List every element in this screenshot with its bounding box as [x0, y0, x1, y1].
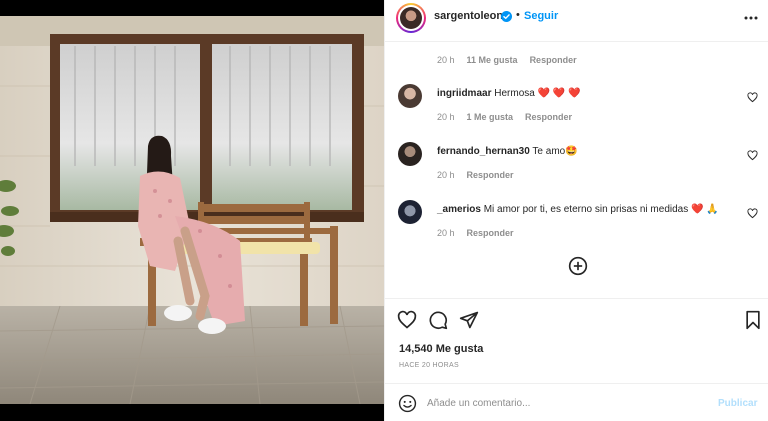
comment-time: 20 h: [437, 228, 455, 238]
follow-button[interactable]: Seguir: [524, 10, 558, 22]
comment-text: Te amo🤩: [532, 146, 578, 157]
comment-composer: Publicar: [385, 383, 768, 421]
paper-plane-icon[interactable]: [459, 310, 479, 330]
post-actions: [385, 298, 768, 338]
comment-reply-button[interactable]: Responder: [467, 170, 514, 180]
comment-heart-icon[interactable]: [747, 150, 758, 161]
comment-avatar[interactable]: [398, 200, 422, 224]
comment-text-line: _amerios Mi amor por ti, es eterno sin p…: [437, 204, 719, 215]
plus-circle-icon[interactable]: [568, 256, 588, 276]
caption-time: 20 h: [437, 55, 455, 65]
post-timestamp[interactable]: HACE 20 HORAS: [399, 362, 459, 369]
photo-scene: [0, 16, 384, 404]
photo-letterbox-bottom: [0, 404, 384, 421]
comment-heart-icon[interactable]: [747, 208, 758, 219]
comment-icon[interactable]: [428, 310, 448, 330]
caption-likes[interactable]: 11 Me gusta: [467, 55, 518, 65]
comment-username[interactable]: ingriidmaar: [437, 88, 491, 99]
smiley-icon[interactable]: [398, 394, 417, 413]
avatar-image: [400, 7, 422, 29]
heart-icon[interactable]: [397, 310, 417, 330]
separator-dot: •: [516, 9, 520, 21]
comment-heart-icon[interactable]: [747, 92, 758, 103]
comment-time: 20 h: [437, 112, 455, 122]
likes-count[interactable]: 14,540 Me gusta: [399, 343, 483, 355]
post-photo[interactable]: [0, 0, 384, 421]
comment-reply-button[interactable]: Responder: [467, 228, 514, 238]
more-options-icon[interactable]: [743, 10, 759, 26]
caption-reply-button[interactable]: Responder: [530, 55, 577, 65]
avatar-border: [398, 5, 424, 31]
comments-list: 20 h 11 Me gusta Responder ingriidmaar H…: [385, 42, 768, 298]
comment-meta: 20 h 1 Me gusta Responder: [437, 112, 572, 122]
comment-text: Mi amor por ti, es eterno sin prisas ni …: [483, 204, 719, 215]
comment-meta: 20 h Responder: [437, 228, 514, 238]
comment-likes[interactable]: 1 Me gusta: [467, 112, 514, 122]
author-username[interactable]: sargentoleon: [434, 10, 503, 22]
comment-meta: 20 h Responder: [437, 170, 514, 180]
comment-avatar[interactable]: [398, 142, 422, 166]
comment-reply-button[interactable]: Responder: [525, 112, 572, 122]
caption-meta: 20 h 11 Me gusta Responder: [437, 55, 577, 65]
bookmark-icon[interactable]: [743, 310, 763, 330]
comment-username[interactable]: fernando_hernan30: [437, 146, 530, 157]
comment-avatar[interactable]: [398, 84, 422, 108]
publish-button[interactable]: Publicar: [718, 398, 757, 409]
author-avatar[interactable]: [396, 3, 426, 33]
post-header: sargentoleon • Seguir: [385, 0, 768, 42]
comment-text: Hermosa ❤️ ❤️ ❤️: [494, 88, 581, 99]
photo-letterbox-top: [0, 0, 384, 16]
comment-text-line: fernando_hernan30 Te amo🤩: [437, 146, 578, 157]
comment-username[interactable]: _amerios: [437, 204, 481, 215]
comment-text-line: ingriidmaar Hermosa ❤️ ❤️ ❤️: [437, 88, 581, 99]
post-side-panel: sargentoleon • Seguir 20 h 11 Me gusta R…: [384, 0, 768, 421]
verified-badge-icon: [501, 11, 512, 22]
comment-time: 20 h: [437, 170, 455, 180]
comment-input[interactable]: [427, 393, 707, 413]
instagram-post-modal: sargentoleon • Seguir 20 h 11 Me gusta R…: [0, 0, 768, 421]
